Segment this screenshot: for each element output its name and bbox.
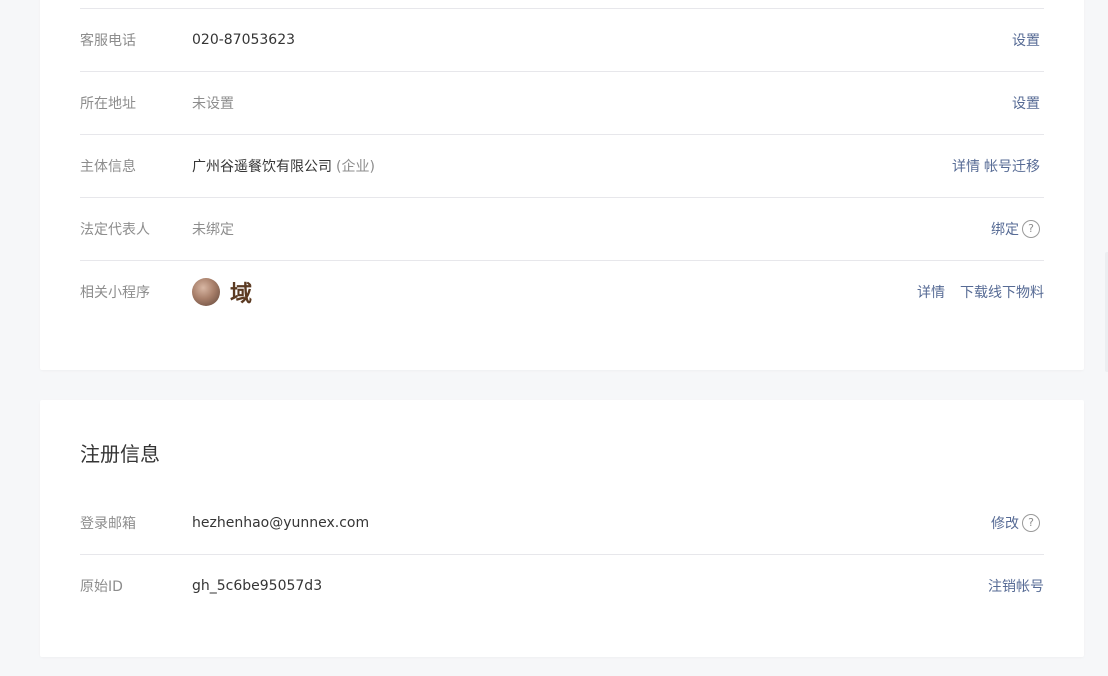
info-row-entity: 主体信息 广州谷遥餐饮有限公司 (企业) 详情 帐号迁移 xyxy=(80,134,1044,198)
service-phone-actions: 设置 xyxy=(1012,30,1040,50)
address-label: 所在地址 xyxy=(80,95,136,112)
info-row-related-mini-program: 相关小程序 域 详情 下载线下物料 xyxy=(80,260,1044,323)
set-address-link[interactable]: 设置 xyxy=(1012,93,1040,113)
modify-email-link[interactable]: 修改 xyxy=(991,513,1019,533)
mini-program-name[interactable]: 域 xyxy=(230,276,252,308)
entity-name: 广州谷遥餐饮有限公司 xyxy=(192,158,332,175)
service-phone-label: 客服电话 xyxy=(80,32,136,49)
legal-representative-actions: 绑定 ? xyxy=(991,219,1040,239)
login-email-label: 登录邮箱 xyxy=(80,515,136,532)
entity-actions: 详情 帐号迁移 xyxy=(952,156,1040,176)
entity-value: 广州谷遥餐饮有限公司 (企业) xyxy=(192,156,375,176)
related-mini-program-label: 相关小程序 xyxy=(80,284,150,301)
mini-program-avatar[interactable] xyxy=(192,277,220,306)
mini-program-detail-link[interactable]: 详情 xyxy=(917,282,945,302)
registration-info-card: 注册信息 登录邮箱 hezhenhao@yunnex.com 修改 ? 原始ID… xyxy=(40,400,1084,657)
set-phone-link[interactable]: 设置 xyxy=(1012,30,1040,50)
address-actions: 设置 xyxy=(1012,93,1040,113)
section-title: 注册信息 xyxy=(80,442,160,466)
original-id-value: gh_5c6be95057d3 xyxy=(192,577,323,594)
related-mini-program-value: 域 xyxy=(192,276,252,308)
entity-type: (企业) xyxy=(336,158,375,175)
download-offline-materials-link[interactable]: 下载线下物料 xyxy=(960,282,1044,302)
legal-representative-label: 法定代表人 xyxy=(80,221,150,238)
info-row-address: 所在地址 未设置 设置 xyxy=(80,71,1044,135)
info-row-legal-representative: 法定代表人 未绑定 绑定 ? xyxy=(80,197,1044,261)
account-info-card: 客服电话 020-87053623 设置 所在地址 未设置 设置 主体信息 广州… xyxy=(40,0,1084,370)
reg-row-original-id: 原始ID gh_5c6be95057d3 注销帐号 xyxy=(80,554,1044,617)
question-circle-icon[interactable]: ? xyxy=(1022,513,1040,532)
question-circle-icon[interactable]: ? xyxy=(1022,219,1040,238)
cancel-account-link[interactable]: 注销帐号 xyxy=(988,576,1044,596)
login-email-actions: 修改 ? xyxy=(991,513,1040,533)
original-id-label: 原始ID xyxy=(80,578,123,595)
related-mini-program-actions: 详情 下载线下物料 xyxy=(917,282,1044,302)
address-value: 未设置 xyxy=(192,95,234,112)
info-row-service-phone: 客服电话 020-87053623 设置 xyxy=(80,8,1044,72)
bind-link[interactable]: 绑定 xyxy=(991,219,1019,239)
original-id-actions: 注销帐号 xyxy=(988,576,1044,596)
entity-detail-link[interactable]: 详情 xyxy=(952,156,980,176)
entity-label: 主体信息 xyxy=(80,158,136,175)
legal-representative-value: 未绑定 xyxy=(192,221,234,238)
login-email-value: hezhenhao@yunnex.com xyxy=(192,514,370,531)
reg-row-login-email: 登录邮箱 hezhenhao@yunnex.com 修改 ? xyxy=(80,491,1044,555)
account-migration-link[interactable]: 帐号迁移 xyxy=(984,156,1040,176)
service-phone-value: 020-87053623 xyxy=(192,31,296,48)
